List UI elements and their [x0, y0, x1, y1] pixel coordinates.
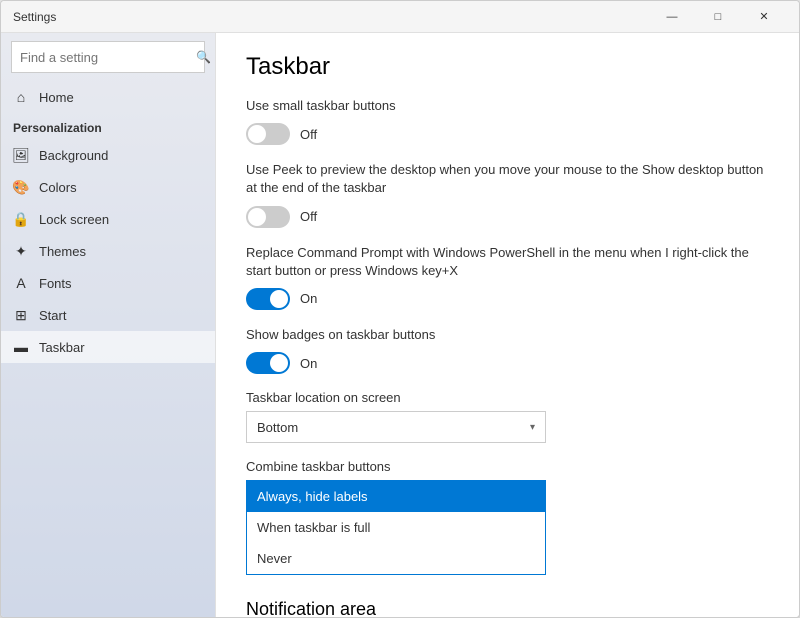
sidebar-item-label: Home	[39, 90, 74, 105]
peek-label: Off	[300, 209, 317, 224]
powershell-toggle-row: On	[246, 288, 769, 310]
sidebar-item-lock-screen[interactable]: 🔒 Lock screen	[1, 203, 215, 235]
close-button[interactable]: ✕	[741, 1, 787, 33]
location-dropdown[interactable]: Bottom ▾	[246, 411, 546, 443]
content-area: Taskbar Use small taskbar buttons Off Us…	[216, 33, 799, 617]
small-buttons-toggle-row: Off	[246, 123, 769, 145]
powershell-toggle[interactable]	[246, 288, 290, 310]
titlebar: Settings — □ ✕	[1, 1, 799, 33]
badges-desc: Show badges on taskbar buttons	[246, 326, 769, 344]
combine-option-never[interactable]: Never	[247, 543, 545, 574]
powershell-desc: Replace Command Prompt with Windows Powe…	[246, 244, 769, 280]
dropdown-arrow-icon: ▾	[530, 422, 535, 433]
sidebar-item-label: Background	[39, 148, 108, 163]
location-label: Taskbar location on screen	[246, 390, 769, 405]
small-buttons-toggle[interactable]	[246, 123, 290, 145]
start-icon: ⊞	[13, 307, 29, 323]
search-input[interactable]	[20, 50, 196, 65]
sidebar-item-taskbar[interactable]: ▬ Taskbar	[1, 331, 215, 363]
maximize-button[interactable]: □	[695, 1, 741, 33]
sidebar-item-themes[interactable]: ✦ Themes	[1, 235, 215, 267]
page-title: Taskbar	[246, 53, 769, 81]
sidebar-item-fonts[interactable]: A Fonts	[1, 267, 215, 299]
small-buttons-label: Off	[300, 127, 317, 142]
search-box[interactable]: 🔍	[11, 41, 205, 73]
badges-toggle[interactable]	[246, 352, 290, 374]
peek-toggle-row: Off	[246, 206, 769, 228]
background-icon: 🖼	[13, 147, 29, 163]
sidebar-item-background[interactable]: 🖼 Background	[1, 139, 215, 171]
sidebar: 🔍 ⌂ Home Personalization 🖼 Background 🎨 …	[1, 33, 216, 617]
location-value: Bottom	[257, 420, 298, 435]
lock-icon: 🔒	[13, 211, 29, 227]
combine-label: Combine taskbar buttons	[246, 459, 769, 474]
main-layout: 🔍 ⌂ Home Personalization 🖼 Background 🎨 …	[1, 33, 799, 617]
sidebar-item-start[interactable]: ⊞ Start	[1, 299, 215, 331]
sidebar-item-label: Fonts	[39, 276, 72, 291]
colors-icon: 🎨	[13, 179, 29, 195]
window-title: Settings	[13, 10, 649, 24]
small-buttons-desc: Use small taskbar buttons	[246, 97, 769, 115]
sidebar-item-label: Taskbar	[39, 340, 85, 355]
badges-toggle-row: On	[246, 352, 769, 374]
sidebar-section: Personalization	[1, 113, 215, 139]
combine-option-always[interactable]: Always, hide labels	[247, 481, 545, 512]
powershell-label: On	[300, 291, 317, 306]
home-icon: ⌂	[13, 89, 29, 105]
minimize-button[interactable]: —	[649, 1, 695, 33]
sidebar-item-home[interactable]: ⌂ Home	[1, 81, 215, 113]
sidebar-item-label: Start	[39, 308, 66, 323]
peek-toggle[interactable]	[246, 206, 290, 228]
taskbar-icon: ▬	[13, 339, 29, 355]
settings-window: Settings — □ ✕ 🔍 ⌂ Home Personalization …	[0, 0, 800, 618]
fonts-icon: A	[13, 275, 29, 291]
combine-option-when-full[interactable]: When taskbar is full	[247, 512, 545, 543]
search-icon: 🔍	[196, 50, 211, 64]
badges-label: On	[300, 356, 317, 371]
window-controls: — □ ✕	[649, 1, 787, 33]
sidebar-item-colors[interactable]: 🎨 Colors	[1, 171, 215, 203]
sidebar-item-label: Lock screen	[39, 212, 109, 227]
notification-area-header: Notification area	[246, 591, 769, 617]
sidebar-item-label: Colors	[39, 180, 77, 195]
combine-dropdown: Always, hide labels When taskbar is full…	[246, 480, 546, 575]
peek-desc: Use Peek to preview the desktop when you…	[246, 161, 769, 197]
sidebar-item-label: Themes	[39, 244, 86, 259]
themes-icon: ✦	[13, 243, 29, 259]
